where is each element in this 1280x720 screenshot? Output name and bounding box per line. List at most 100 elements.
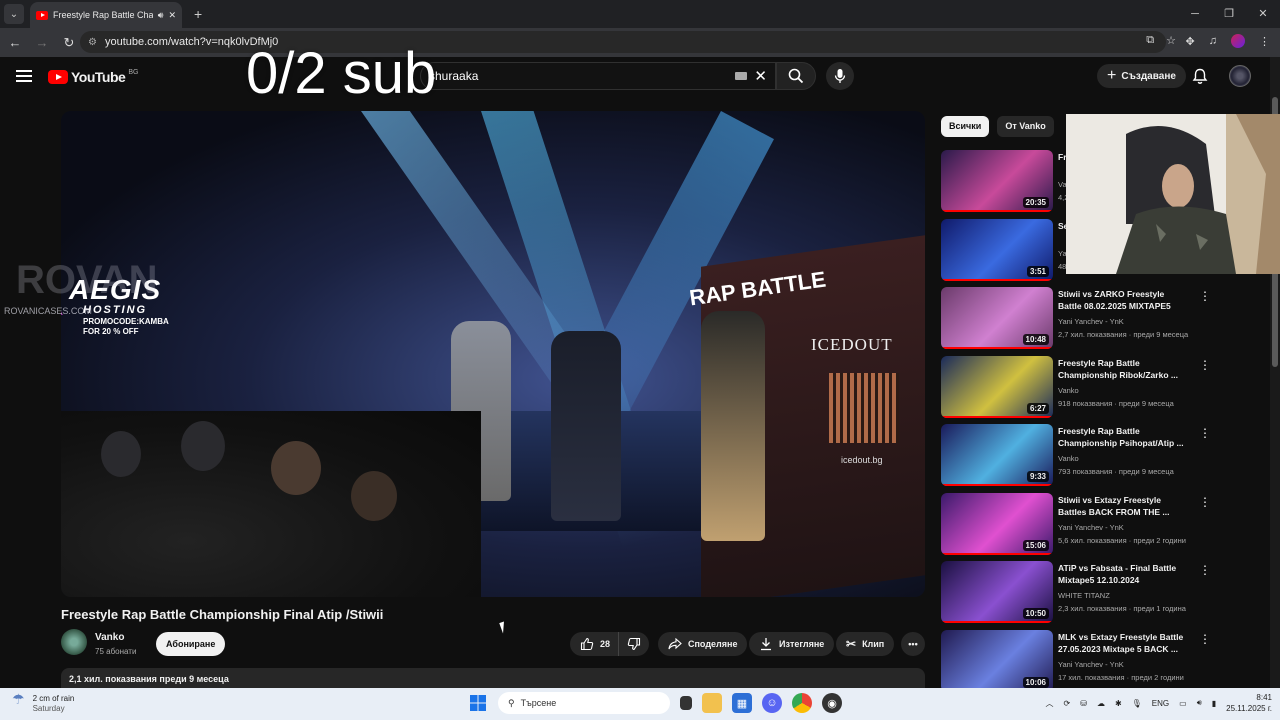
back-button[interactable]: ← xyxy=(3,35,27,50)
clear-search-icon[interactable]: ✕ xyxy=(754,67,767,85)
channel-avatar[interactable] xyxy=(61,629,87,655)
video-thumbnail[interactable]: 10:48 xyxy=(941,287,1053,349)
download-button[interactable]: Изтегляне xyxy=(749,632,835,656)
video-thumbnail[interactable]: 15:06 xyxy=(941,492,1053,555)
install-app-icon[interactable]: ⧉ xyxy=(1146,34,1154,47)
watch-progress-bar xyxy=(941,210,1053,212)
video-thumbnail[interactable]: 10:06 xyxy=(941,629,1053,692)
video-player[interactable]: RAP BATTLE ICEDOUT icedout.bg AEGIS HOST… xyxy=(61,111,925,597)
recommendation-card[interactable]: 10:50 ATiP vs Fabsata - Final Battle Mixt… xyxy=(941,561,1221,623)
taskbar-search[interactable]: ⚲ Търсене xyxy=(498,692,670,714)
recommendation-meta: 918 показвания · преди 9 месеца xyxy=(1058,398,1174,408)
chip-all[interactable]: Всички xyxy=(941,116,990,137)
video-thumbnail[interactable]: 6:27 xyxy=(941,355,1053,418)
recommendation-card[interactable]: 6:27 Freestyle Rap Battle Championship Ri… xyxy=(941,355,1221,418)
forward-button[interactable]: → xyxy=(30,35,54,50)
video-thumbnail[interactable]: 10:50 xyxy=(941,561,1053,623)
youtube-logo[interactable]: YouTube BG xyxy=(48,69,138,85)
create-button[interactable]: + Създаване xyxy=(1097,64,1186,88)
keyboard-icon[interactable] xyxy=(735,72,747,80)
site-info-icon[interactable]: ⚙ xyxy=(88,37,97,48)
sync-icon[interactable]: ⟳ xyxy=(1064,699,1071,708)
thumbs-down-icon xyxy=(627,637,641,651)
recommendation-card[interactable]: 10:06 MLK vs Extazy Freestyle Battle 27.0… xyxy=(941,629,1221,692)
recommendation-title[interactable]: Stiwii vs ZARKO Freestyle Battle 08.02.2… xyxy=(1058,288,1186,314)
more-options-icon[interactable]: ⋮ xyxy=(1199,289,1211,303)
bookmark-star-icon[interactable]: ☆ xyxy=(1166,34,1176,47)
new-tab-button[interactable]: + xyxy=(194,6,202,22)
more-options-icon[interactable]: ⋮ xyxy=(1199,563,1211,577)
recommendation-card[interactable]: 15:06 Stiwii vs Extazy Freestyle Battles … xyxy=(941,492,1221,555)
recommendation-title[interactable]: ATiP vs Fabsata - Final Battle Mixtape5 … xyxy=(1058,562,1186,588)
volume-icon[interactable]: 🔊︎ xyxy=(1197,698,1202,708)
store-icon[interactable]: ▦ xyxy=(732,693,752,713)
video-thumbnail[interactable]: 20:35 xyxy=(941,150,1053,212)
more-options-icon[interactable]: ⋮ xyxy=(1199,358,1211,372)
more-actions-button[interactable]: ••• xyxy=(901,632,925,656)
recommendation-channel[interactable]: Yani Yanchev - YnK xyxy=(1058,523,1124,532)
cloud-icon[interactable]: ☁ xyxy=(1097,699,1105,708)
battery-icon[interactable]: ▮ xyxy=(1212,699,1216,708)
search-button[interactable] xyxy=(776,62,816,90)
clip-button[interactable]: ✂ Клип xyxy=(836,632,895,656)
media-control-icon[interactable]: ♫ xyxy=(1209,35,1217,47)
subscribe-button[interactable]: Абониране xyxy=(156,632,226,656)
recommendation-title[interactable]: Freestyle Rap Battle Championship Psihop… xyxy=(1058,425,1186,451)
menu-icon[interactable] xyxy=(16,70,32,85)
like-button[interactable]: 28 xyxy=(570,632,619,656)
file-explorer-icon[interactable] xyxy=(702,693,722,713)
more-options-icon[interactable]: ⋮ xyxy=(1199,495,1211,509)
tab-title: Freestyle Rap Battle Championship Final … xyxy=(53,10,153,20)
discord-icon[interactable]: ☺ xyxy=(762,693,782,713)
speaker-icon[interactable]: 🔊︎ xyxy=(158,10,164,21)
network-icon[interactable]: ▭ xyxy=(1179,699,1187,708)
chip-from-channel[interactable]: От Vanko xyxy=(997,116,1054,137)
browser-tab[interactable]: Freestyle Rap Battle Championship Final … xyxy=(30,2,182,28)
recommendation-channel[interactable]: Yani Yanchev - YnK xyxy=(1058,660,1124,669)
windows-logo-icon xyxy=(470,695,486,711)
microphone-tray-icon[interactable]: 🎙︎ xyxy=(1132,699,1142,708)
recommendation-channel[interactable]: WHITE TITANZ xyxy=(1058,591,1110,600)
minimize-button[interactable]: ─ xyxy=(1178,0,1212,28)
tray-overflow-icon[interactable]: ︿ xyxy=(1046,698,1054,709)
task-view-icon[interactable] xyxy=(680,696,692,710)
address-bar[interactable]: ⚙ youtube.com/watch?v=nqk0lvDfMj0 xyxy=(80,31,1166,53)
recommendation-channel[interactable]: Vanko xyxy=(1058,454,1079,463)
language-indicator[interactable]: ENG xyxy=(1152,699,1169,708)
video-thumbnail[interactable]: 3:51 xyxy=(941,218,1053,281)
search-input[interactable]: shuraaka ✕ xyxy=(420,62,776,90)
tab-search-button[interactable]: ⌄ xyxy=(4,4,24,24)
description-box[interactable]: 2,1 хил. показвания преди 9 месеца xyxy=(61,668,925,690)
clock[interactable]: 8:41 25.11.2025 г. xyxy=(1226,692,1272,714)
voice-search-button[interactable] xyxy=(826,62,854,90)
restore-button[interactable]: ❐ xyxy=(1212,0,1246,28)
reload-button[interactable]: ↻ xyxy=(57,35,81,51)
account-avatar[interactable] xyxy=(1229,65,1251,87)
dislike-button[interactable] xyxy=(618,632,649,656)
recommendation-channel[interactable]: Vanko xyxy=(1058,386,1079,395)
bluetooth-icon[interactable]: ✱ xyxy=(1115,699,1122,708)
more-options-icon[interactable]: ⋮ xyxy=(1199,632,1211,646)
browser-menu-icon[interactable]: ⋮ xyxy=(1259,35,1270,48)
extensions-icon[interactable]: ✥ xyxy=(1186,35,1195,48)
recommendation-title[interactable]: Freestyle Rap Battle Championship Ribok/… xyxy=(1058,357,1186,383)
tab-close-icon[interactable]: ✕ xyxy=(168,10,176,21)
recommendation-card[interactable]: 9:33 Freestyle Rap Battle Championship Ps… xyxy=(941,424,1221,486)
start-button[interactable] xyxy=(468,693,488,713)
obs-icon[interactable]: ◉ xyxy=(822,693,842,713)
usb-icon[interactable]: ⛁ xyxy=(1080,699,1087,708)
more-options-icon[interactable]: ⋮ xyxy=(1199,426,1211,440)
recommendation-title[interactable]: MLK vs Extazy Freestyle Battle 27.05.202… xyxy=(1058,631,1186,657)
weather-widget[interactable]: ☂ 2 cm of rain Saturday xyxy=(12,692,74,714)
channel-name[interactable]: Vanko xyxy=(95,632,124,643)
notifications-button[interactable] xyxy=(1192,68,1208,90)
recommendation-card[interactable]: 10:48 Stiwii vs ZARKO Freestyle Battle 08… xyxy=(941,287,1221,349)
recommendation-channel[interactable]: Yani Yanchev - YnK xyxy=(1058,317,1124,326)
recommendation-meta: 5,6 хил. показвания · преди 2 години xyxy=(1058,535,1186,545)
profile-avatar[interactable] xyxy=(1231,34,1245,48)
recommendation-title[interactable]: Stiwii vs Extazy Freestyle Battles BACK … xyxy=(1058,494,1186,520)
share-button[interactable]: Споделяне xyxy=(658,632,748,656)
close-window-button[interactable]: ✕ xyxy=(1246,0,1280,28)
video-thumbnail[interactable]: 9:33 xyxy=(941,424,1053,486)
chrome-icon[interactable] xyxy=(792,693,812,713)
